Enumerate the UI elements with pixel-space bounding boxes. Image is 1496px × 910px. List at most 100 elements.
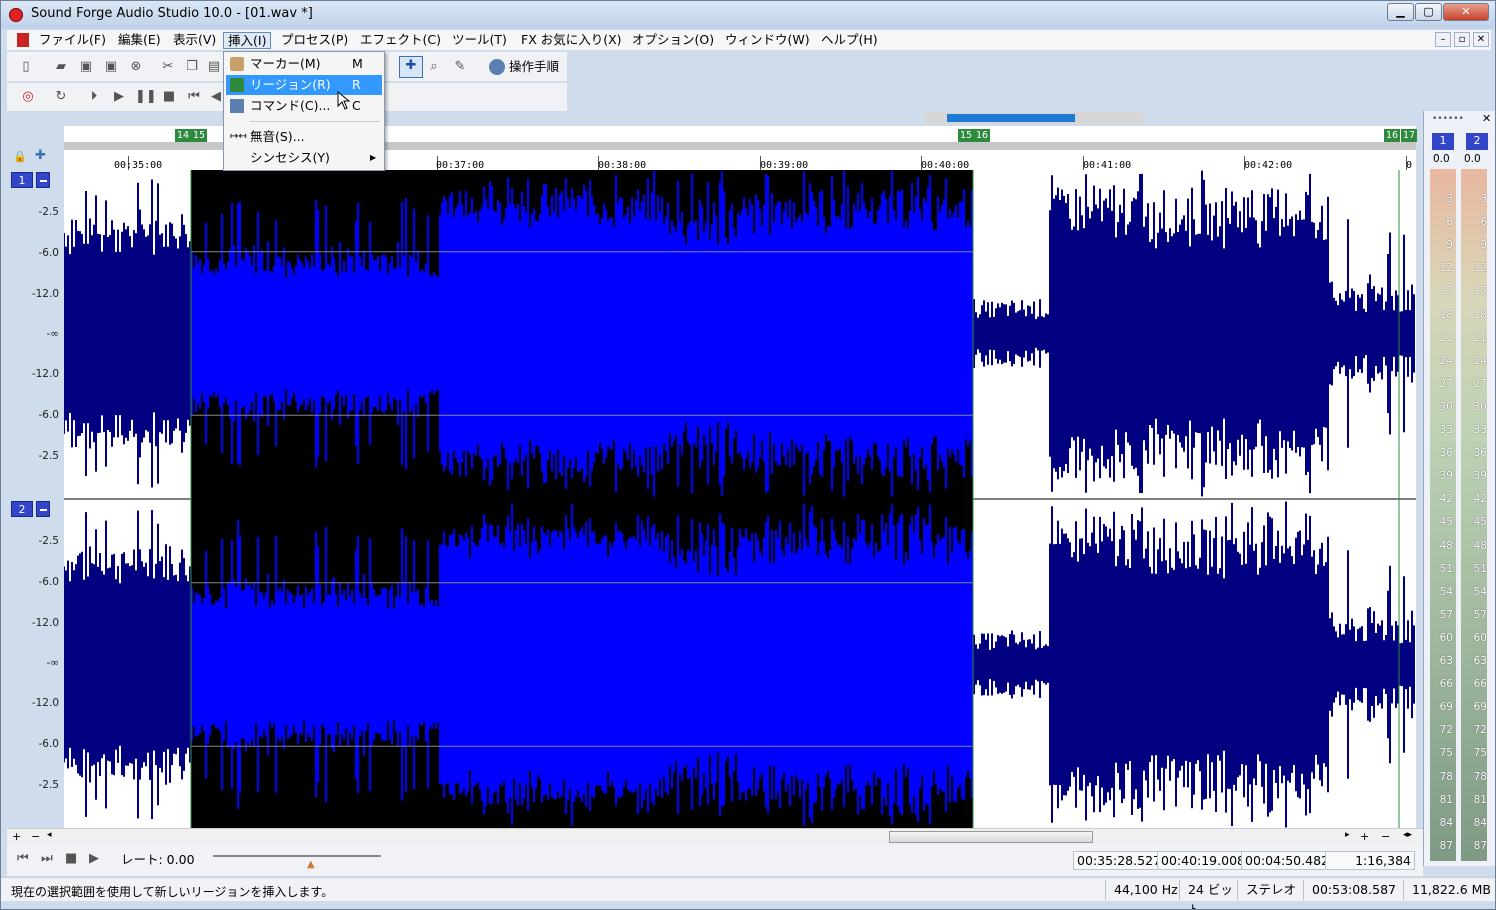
pencil-tool-icon[interactable]: ✎ bbox=[451, 58, 469, 76]
menu-tools[interactable]: ツール(T) bbox=[448, 32, 511, 49]
horizontal-scrollbar[interactable]: + − ◂ ▸ + − ◂▸ bbox=[7, 828, 1423, 844]
channel-2-minimize-button[interactable] bbox=[36, 501, 50, 517]
insert-menu-dropdown: マーカー(M) M リージョン(R) R コマンド(C)... C ↦↤ 無音(S).… bbox=[223, 51, 385, 171]
menu-effects[interactable]: エフェクト(C) bbox=[356, 32, 445, 49]
zoom-ratio-field[interactable]: 1:16,384 bbox=[1325, 851, 1415, 870]
copy-icon[interactable]: ❐ bbox=[183, 58, 201, 76]
maximize-button[interactable]: ▢ bbox=[1415, 3, 1442, 21]
zoom-out-icon[interactable]: − bbox=[31, 830, 40, 843]
meter-scale-tick: 12 bbox=[1473, 262, 1487, 275]
meter-channel-badge: 2 bbox=[1466, 133, 1488, 150]
meter-scale-tick: 3 bbox=[1480, 193, 1487, 205]
record-icon[interactable]: ◎ bbox=[19, 88, 37, 106]
go-to-start-icon[interactable]: ⏮ bbox=[17, 852, 31, 866]
menu-options[interactable]: オプション(O) bbox=[628, 32, 718, 49]
meter-scale-tick: 87 bbox=[1439, 839, 1453, 852]
close-button[interactable]: ✕ bbox=[1443, 3, 1489, 21]
play-icon[interactable]: ▶ bbox=[110, 88, 128, 106]
menu-item-region[interactable]: リージョン(R) R bbox=[226, 75, 382, 95]
meter-scale-tick: 84 bbox=[1439, 816, 1453, 829]
overview-bar[interactable] bbox=[925, 112, 1143, 124]
scroll-thumb[interactable] bbox=[889, 831, 1093, 843]
menu-window[interactable]: ウィンドウ(W) bbox=[721, 32, 814, 49]
minimize-button[interactable]: ▁ bbox=[1387, 3, 1414, 21]
title-bar: Sound Forge Audio Studio 10.0 - [01.wav … bbox=[1, 1, 1495, 29]
go-to-start-icon[interactable]: ⏮ bbox=[185, 88, 203, 106]
sample-rate[interactable]: 44,100 Hz bbox=[1105, 880, 1179, 900]
mdi-close-button[interactable]: ✕ bbox=[1473, 32, 1489, 47]
play-icon[interactable]: ▶ bbox=[89, 852, 103, 866]
menu-help[interactable]: ヘルプ(H) bbox=[817, 32, 882, 49]
selection-length-field[interactable]: 00:04:50.482 bbox=[1241, 851, 1333, 870]
menu-file[interactable]: ファイル(F) bbox=[35, 32, 110, 49]
db-label: -6.0 bbox=[38, 247, 60, 259]
selection-start-field[interactable]: 00:35:28.527 bbox=[1073, 851, 1165, 870]
zoom-out-icon[interactable]: − bbox=[1381, 830, 1390, 843]
cut-icon[interactable]: ✂ bbox=[159, 58, 177, 76]
menu-item-silence[interactable]: ↦↤ 無音(S)... bbox=[226, 127, 382, 147]
bit-depth[interactable]: 24 ビット bbox=[1179, 880, 1235, 909]
menu-view[interactable]: 表示(V) bbox=[169, 32, 220, 49]
status-bar: 現在の選択範囲を使用して新しいリージョンを挿入します。 44,100 Hz 24… bbox=[1, 877, 1495, 909]
menu-fx-favorites[interactable]: FX お気に入り(X) bbox=[517, 32, 626, 49]
meter-scale-tick: 33 bbox=[1439, 424, 1453, 436]
meter-scale-tick: 78 bbox=[1439, 770, 1453, 783]
marker-flag[interactable]: 16 bbox=[974, 129, 991, 142]
menu-item-marker[interactable]: マーカー(M) M bbox=[226, 54, 382, 74]
pause-icon[interactable]: ❚❚ bbox=[135, 88, 157, 106]
db-label: -2.5 bbox=[38, 779, 60, 791]
channel-1-badge[interactable]: 1 bbox=[11, 172, 33, 188]
channel-1-minimize-button[interactable] bbox=[36, 172, 50, 188]
menu-process[interactable]: プロセス(P) bbox=[277, 32, 352, 49]
mdi-minimize-button[interactable]: – bbox=[1435, 32, 1451, 47]
meter-peak-value[interactable]: 0.0 bbox=[1433, 153, 1450, 165]
stop-icon[interactable]: ■ bbox=[160, 88, 178, 106]
menu-item-command[interactable]: コマンド(C)... C bbox=[226, 96, 382, 116]
loop-icon[interactable]: ↻ bbox=[52, 88, 70, 106]
magnify-tool-icon[interactable]: ⌕ bbox=[425, 58, 443, 76]
overview-view-region[interactable] bbox=[947, 114, 1075, 122]
marker-flag[interactable]: 16 bbox=[1384, 129, 1401, 142]
zoom-in-icon[interactable]: + bbox=[1360, 830, 1369, 843]
meter-close-icon[interactable]: ✕ bbox=[1482, 112, 1491, 125]
save-icon[interactable]: ▣ bbox=[77, 58, 95, 76]
new-file-icon[interactable]: ▯ bbox=[17, 58, 35, 76]
channel-2-badge[interactable]: 2 bbox=[11, 501, 33, 517]
menu-edit[interactable]: 編集(E) bbox=[114, 32, 165, 49]
go-to-end-icon[interactable]: ⏭ bbox=[41, 852, 55, 866]
channel-mode[interactable]: ステレオ bbox=[1237, 880, 1303, 900]
meter-scale-tick: 48 bbox=[1439, 539, 1453, 552]
lock-icon[interactable]: 🔒 bbox=[13, 150, 27, 163]
waveform-canvas[interactable] bbox=[64, 170, 1416, 828]
marker-flag[interactable]: 17 bbox=[1401, 129, 1418, 142]
db-label: -12.0 bbox=[31, 368, 59, 380]
mdi-restore-button[interactable]: ▫ bbox=[1454, 32, 1470, 47]
playback-rate-slider[interactable] bbox=[213, 855, 381, 857]
snap-icon[interactable]: ✚ bbox=[35, 148, 46, 163]
open-folder-icon[interactable]: ▰ bbox=[52, 58, 70, 76]
zoom-in-icon[interactable]: + bbox=[12, 830, 21, 843]
save-as-icon[interactable]: ▣ bbox=[102, 58, 120, 76]
menu-item-synthesis[interactable]: シンセシス(Y) ▶ bbox=[226, 148, 382, 168]
scroll-left-icon[interactable]: ◂ bbox=[47, 830, 52, 840]
marker-flag[interactable]: 14 bbox=[175, 129, 192, 142]
steps-button[interactable]: 操作手順 bbox=[487, 56, 559, 78]
edit-tool-icon[interactable]: ✚ bbox=[399, 56, 423, 78]
db-label: -∞ bbox=[46, 657, 59, 669]
marker-flag[interactable]: 15 bbox=[191, 129, 208, 142]
selection-end-field[interactable]: 00:40:19.008 bbox=[1157, 851, 1249, 870]
db-label: -12.0 bbox=[31, 697, 59, 709]
render-icon[interactable]: ⊗ bbox=[127, 58, 145, 76]
meter-scale-tick: 66 bbox=[1439, 678, 1453, 691]
fit-icon[interactable]: ◂▸ bbox=[1403, 830, 1412, 840]
paste-icon[interactable]: ▤ bbox=[205, 58, 223, 76]
menu-insert[interactable]: 挿入(I) bbox=[223, 32, 272, 49]
marker-flag[interactable]: 15 bbox=[958, 129, 975, 142]
rate-slider-thumb-icon[interactable]: ▲ bbox=[307, 859, 315, 870]
waveform-display[interactable] bbox=[64, 170, 1416, 828]
play-all-icon[interactable]: ⏵ bbox=[85, 88, 103, 106]
meter-peak-value[interactable]: 0.0 bbox=[1464, 153, 1481, 165]
stop-icon[interactable]: ■ bbox=[65, 852, 79, 866]
meter-grip-icon[interactable]: •••••• bbox=[1432, 114, 1464, 124]
scroll-right-icon[interactable]: ▸ bbox=[1345, 830, 1350, 840]
